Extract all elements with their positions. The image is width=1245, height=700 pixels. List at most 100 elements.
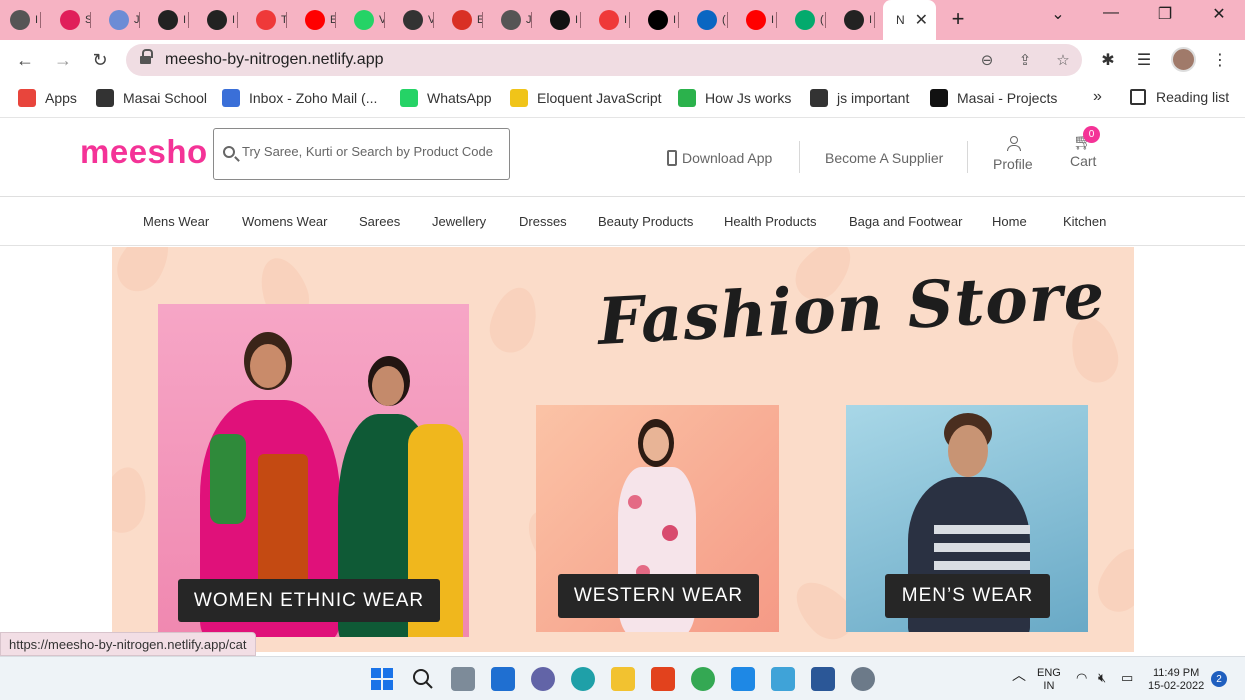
browser-tab[interactable]: I [207,5,238,35]
bookmark-item[interactable]: js important [810,89,909,107]
globe-icon [96,89,114,107]
browser-tab[interactable]: V [354,5,385,35]
category-item[interactable]: Womens Wear [242,214,328,229]
browser-tab[interactable]: ( [697,5,728,35]
window-close-button[interactable]: ✕ [1204,4,1234,24]
tab-separator [825,12,826,28]
bookmark-star-icon[interactable]: ☆ [1052,49,1074,71]
profile-avatar[interactable] [1171,47,1196,72]
browser-tab[interactable]: J [109,5,140,35]
tab-active-label: N [896,13,905,27]
bookmark-item[interactable]: Eloquent JavaScript [510,89,662,107]
browser-tab[interactable]: E [305,5,336,35]
settings-gear-icon[interactable] [851,667,875,691]
category-item[interactable]: Beauty Products [598,214,693,229]
browser-tab[interactable]: I [746,5,777,35]
office-icon[interactable] [651,667,675,691]
mens-wear-card[interactable]: MEN’S WEAR [846,405,1088,632]
bookmarks-overflow-icon[interactable]: » [1093,88,1102,106]
search-icon[interactable] [411,667,435,691]
linkedin-icon [697,10,717,30]
lock-icon[interactable] [140,49,153,65]
leaf-pattern [112,247,180,300]
windows-start-icon[interactable] [370,667,394,691]
volume-mute-icon[interactable]: 🔇︎ [1098,671,1106,684]
file-explorer-icon[interactable] [611,667,635,691]
widgets-icon[interactable] [491,667,515,691]
vscode-icon[interactable] [731,667,755,691]
browser-tab[interactable]: V [403,5,434,35]
category-item[interactable]: Baga and Footwear [849,214,962,229]
browser-tab[interactable]: I [10,5,41,35]
clock[interactable]: 11:49 PM 15-02-2022 [1148,667,1204,693]
word-icon[interactable] [811,667,835,691]
media-control-icon[interactable]: ☰ [1133,49,1155,71]
become-supplier-link[interactable]: Become A Supplier [825,150,943,166]
shirt-stripe [934,543,1030,552]
search-box[interactable] [213,128,510,180]
back-button[interactable]: ← [12,47,38,73]
browser-tab[interactable]: I [648,5,679,35]
url-text[interactable]: meesho-by-nitrogen.netlify.app [165,51,384,69]
close-icon[interactable]: ✕ [915,10,928,30]
browser-tab[interactable]: ( [795,5,826,35]
search-icon [223,146,235,158]
reading-list-button[interactable]: Reading list [1130,89,1229,105]
share-icon[interactable]: ⇪ [1014,49,1036,71]
restore-button[interactable]: ❐ [1150,4,1180,24]
code-icon [403,10,423,30]
bookmark-label: Masai School [123,90,208,106]
teams-chat-icon[interactable] [531,667,555,691]
tray-overflow-icon[interactable]: ︿ [1012,668,1026,682]
forward-button[interactable]: → [50,47,76,73]
edge-icon[interactable] [571,667,595,691]
bookmark-item[interactable]: Apps [18,89,77,107]
minimize-button[interactable]: — [1096,4,1126,22]
tab-active[interactable]: N ✕ [883,0,937,40]
category-item[interactable]: Health Products [724,214,817,229]
browser-tab[interactable]: I [158,5,189,35]
new-tab-button[interactable]: + [946,6,970,32]
download-app-link[interactable]: Download App [667,150,772,166]
zoom-icon[interactable]: ⊖ [976,49,998,71]
women-ethnic-card[interactable]: WOMEN ETHNIC WEAR [158,304,469,637]
category-item[interactable]: Kitchen [1063,214,1106,229]
browser-tab[interactable]: I [550,5,581,35]
browser-tab[interactable]: S [60,5,91,35]
language-code: ENG [1037,667,1061,679]
profile-button[interactable]: Profile [993,136,1033,172]
category-item[interactable]: Sarees [359,214,400,229]
hero-banner[interactable]: Fashion Store WOMEN ETHNIC WEAR WESTERN … [112,247,1134,652]
bookmark-item[interactable]: Masai - Projects [930,89,1057,107]
browser-tab[interactable]: E [452,5,483,35]
extensions-icon[interactable]: ✱ [1097,49,1119,71]
bookmark-label: Masai - Projects [957,90,1058,106]
reload-button[interactable]: ↻ [87,47,113,73]
language-indicator[interactable]: ENG IN [1037,667,1061,693]
vivaldi-icon [256,10,276,30]
bookmark-item[interactable]: Inbox - Zoho Mail (... [222,89,377,107]
battery-icon[interactable]: ▭ [1121,671,1133,684]
category-item[interactable]: Jewellery [432,214,486,229]
task-view-icon[interactable] [451,667,475,691]
menu-kebab-icon[interactable]: ⋮ [1209,49,1231,71]
category-item[interactable]: Home [992,214,1027,229]
bookmark-item[interactable]: WhatsApp [400,89,492,107]
chrome-icon[interactable] [691,667,715,691]
bookmark-item[interactable]: How Js works [678,89,791,107]
tab-search-icon[interactable]: ⌄ [1043,4,1073,24]
browser-tab[interactable]: I [844,5,875,35]
category-item[interactable]: Mens Wear [143,214,209,229]
category-item[interactable]: Dresses [519,214,567,229]
browser-tab[interactable]: I [599,5,630,35]
browser-tab[interactable]: J [501,5,532,35]
meesho-logo[interactable]: meesho [80,133,208,171]
notepad-icon[interactable] [771,667,795,691]
browser-tab[interactable]: T [256,5,287,35]
western-wear-card[interactable]: WESTERN WEAR [536,405,779,632]
address-bar[interactable]: meesho-by-nitrogen.netlify.app ⊖ ⇪ ☆ [126,44,1082,76]
notification-badge[interactable]: 2 [1211,671,1227,687]
bookmark-item[interactable]: Masai School [96,89,207,107]
search-input[interactable] [242,144,502,159]
wifi-icon[interactable]: ◠ [1076,671,1087,684]
